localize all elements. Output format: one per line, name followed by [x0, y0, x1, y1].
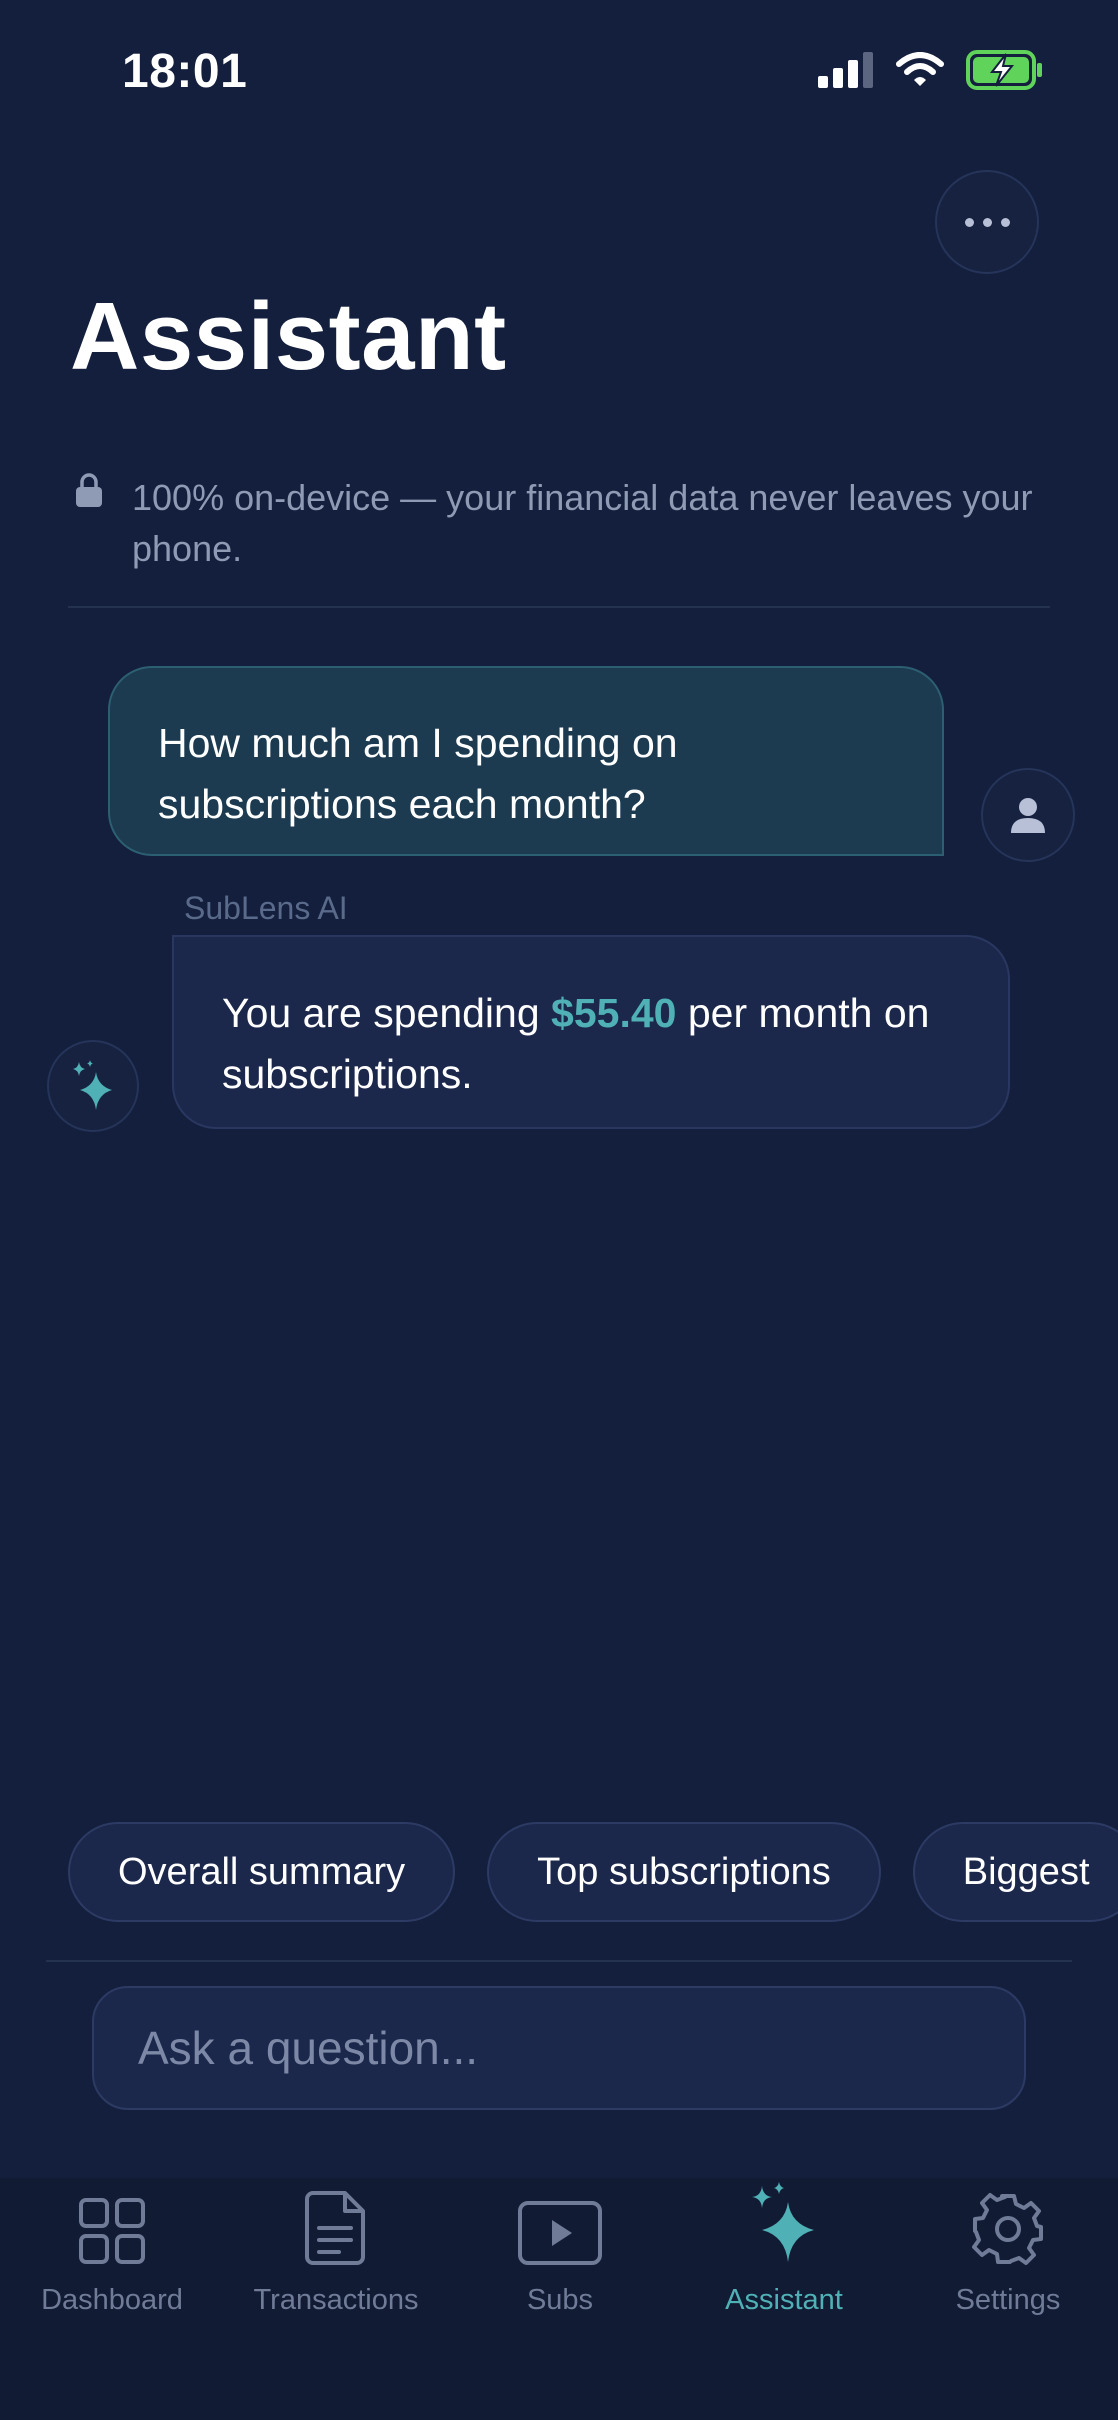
- suggestion-chip-overall-summary[interactable]: Overall summary: [68, 1822, 456, 1922]
- tab-label: Assistant: [725, 2284, 843, 2316]
- tab-assistant[interactable]: Assistant: [672, 2178, 896, 2338]
- play-icon: [518, 2201, 602, 2265]
- tab-settings[interactable]: Settings: [896, 2178, 1118, 2338]
- tab-label: Transactions: [253, 2284, 419, 2316]
- grid-icon: [79, 2198, 145, 2264]
- status-icons: [818, 50, 1044, 90]
- battery-charging-icon: [966, 50, 1042, 90]
- sparkle-icon: [73, 1060, 112, 1110]
- divider: [68, 606, 1050, 608]
- more-dot: [964, 217, 974, 227]
- tab-label: Settings: [955, 2284, 1061, 2316]
- status-time: 18:01: [122, 45, 248, 98]
- user-avatar: [981, 768, 1075, 862]
- gear-icon: [972, 2193, 1043, 2265]
- ai-message-amount: $55.40: [551, 990, 677, 1036]
- tab-dashboard[interactable]: Dashboard: [0, 2178, 224, 2338]
- ai-message-bubble: You are spending $55.40 per month on sub…: [172, 935, 1010, 1129]
- user-message-bubble: How much am I spending on subscriptions …: [108, 666, 944, 856]
- document-icon: [305, 2191, 365, 2265]
- more-dot: [1000, 217, 1010, 227]
- ai-sender-name: SubLens AI: [184, 890, 348, 926]
- cellular-signal-icon: [818, 52, 873, 88]
- tab-transactions[interactable]: Transactions: [224, 2178, 448, 2338]
- page-title: Assistant: [70, 283, 507, 390]
- suggestion-chip-biggest[interactable]: Biggest: [912, 1822, 1118, 1922]
- tab-label: Dashboard: [41, 2284, 183, 2316]
- divider: [46, 1960, 1072, 1962]
- suggestion-chip-top-subscriptions[interactable]: Top subscriptions: [487, 1822, 881, 1922]
- more-options-button[interactable]: [935, 170, 1039, 274]
- wifi-icon: [896, 52, 944, 86]
- person-icon: [1011, 798, 1045, 833]
- tab-label: Subs: [526, 2284, 594, 2316]
- tab-subs[interactable]: Subs: [448, 2178, 672, 2338]
- sparkle-icon: [752, 2182, 814, 2262]
- lock-icon: [76, 473, 102, 507]
- more-dot: [982, 217, 992, 227]
- tab-bar: Dashboard Transactions Subs Assistant Se…: [0, 2178, 1118, 2420]
- ask-question-input[interactable]: [92, 1986, 1026, 2110]
- suggestion-chips: Overall summary Top subscriptions Biggest: [68, 1822, 1118, 1926]
- ai-message-text: You are spending: [222, 990, 552, 1036]
- privacy-notice: 100% on-device — your financial data nev…: [132, 477, 1033, 569]
- ai-avatar: [47, 1040, 139, 1132]
